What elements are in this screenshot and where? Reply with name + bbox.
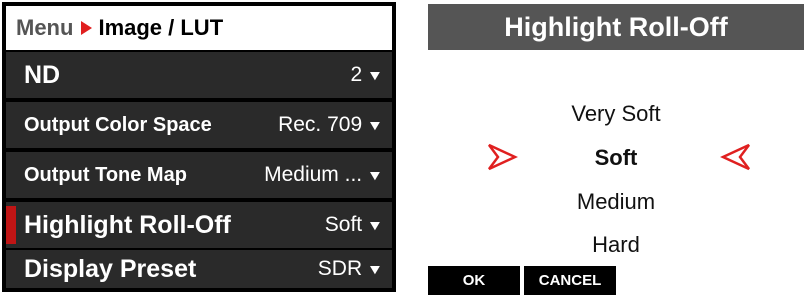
option-medium[interactable]: Medium — [428, 189, 804, 215]
breadcrumb-root[interactable]: Menu — [16, 15, 73, 41]
menu-item-label: Display Preset — [24, 254, 197, 283]
menu-item-output-color-space[interactable]: Output Color Space Rec. 709 ▼ — [6, 102, 392, 148]
ok-button[interactable]: OK — [428, 266, 520, 295]
chevron-down-icon: ▼ — [366, 67, 384, 83]
screen: Menu Image / LUT ND 2 ▼ Output Color Spa… — [0, 0, 804, 295]
dialog-title: Highlight Roll-Off — [428, 4, 804, 50]
selection-arrow-right-icon — [488, 143, 518, 171]
chevron-right-icon — [81, 21, 93, 35]
menu-item-display-preset[interactable]: Display Preset SDR ▼ — [6, 250, 392, 288]
option-very-soft[interactable]: Very Soft — [428, 101, 804, 127]
menu-item-label: Highlight Roll-Off — [24, 210, 231, 239]
menu-item-output-tone-map[interactable]: Output Tone Map Medium ... ▼ — [6, 152, 392, 198]
chevron-down-icon: ▼ — [366, 217, 384, 233]
breadcrumb: Menu Image / LUT — [6, 6, 392, 50]
chevron-down-icon: ▼ — [366, 117, 384, 133]
menu-item-label: Output Color Space — [24, 113, 212, 136]
menu-item-label: Output Tone Map — [24, 163, 187, 186]
menu-item-value: SDR — [317, 257, 363, 280]
menu-item-value: 2 — [350, 63, 363, 86]
menu-item-value: Medium ... — [264, 163, 363, 186]
cancel-button[interactable]: CANCEL — [524, 266, 616, 295]
selection-dialog: Highlight Roll-Off Very Soft Soft Medium… — [428, 0, 804, 295]
menu-item-highlight-roll-off[interactable]: Highlight Roll-Off Soft ▼ — [6, 202, 392, 248]
option-hard[interactable]: Hard — [428, 232, 804, 258]
softkey-bar: OK CANCEL — [428, 266, 804, 295]
menu-item-value: Soft — [324, 213, 363, 236]
breadcrumb-current: Image / LUT — [98, 15, 224, 40]
menu-panel: Menu Image / LUT ND 2 ▼ Output Color Spa… — [2, 2, 396, 292]
menu-item-label: ND — [24, 60, 61, 89]
chevron-down-icon: ▼ — [366, 167, 384, 183]
selection-arrow-left-icon — [720, 143, 750, 171]
menu-item-value: Rec. 709 — [278, 113, 363, 136]
menu-item-nd[interactable]: ND 2 ▼ — [6, 52, 392, 98]
chevron-down-icon: ▼ — [366, 261, 384, 277]
selected-marker — [6, 206, 16, 244]
